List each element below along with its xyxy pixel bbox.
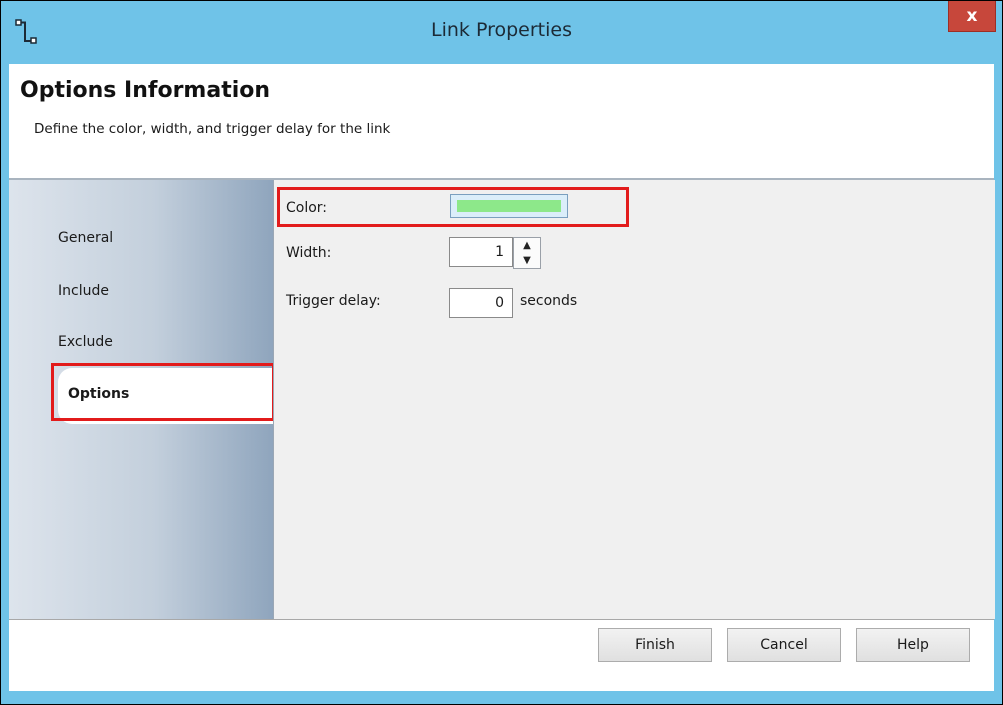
sidebar-item-include[interactable]: Include: [58, 283, 109, 299]
close-icon: x: [966, 6, 978, 26]
link-properties-window: Link Properties x Options Information De…: [0, 0, 1003, 705]
width-input[interactable]: 1: [449, 237, 513, 267]
sidebar-item-exclude[interactable]: Exclude: [58, 334, 113, 350]
page-header: Options Information Define the color, wi…: [9, 64, 994, 178]
options-nav-highlight: [51, 363, 275, 421]
page-subtitle: Define the color, width, and trigger del…: [34, 121, 391, 137]
finish-button[interactable]: Finish: [598, 628, 712, 662]
window-frame-right: [994, 64, 1002, 704]
title-bar[interactable]: Link Properties x: [1, 1, 1002, 64]
window-title: Link Properties: [431, 19, 572, 41]
trigger-delay-input[interactable]: 0: [449, 288, 513, 318]
trigger-delay-label: Trigger delay:: [286, 293, 381, 309]
window-frame-left: [1, 64, 9, 704]
close-button[interactable]: x: [948, 1, 996, 32]
trigger-delay-unit: seconds: [520, 293, 578, 309]
chevron-up-icon[interactable]: ▲: [514, 238, 540, 253]
chevron-down-icon[interactable]: ▼: [514, 253, 540, 268]
window-frame-bottom: [9, 691, 994, 704]
page-title: Options Information: [20, 78, 271, 103]
options-panel: [273, 180, 995, 619]
color-row-highlight: [277, 187, 629, 227]
width-label: Width:: [286, 245, 332, 261]
width-stepper[interactable]: ▲ ▼: [513, 237, 541, 269]
help-button[interactable]: Help: [856, 628, 970, 662]
sidebar-item-general[interactable]: General: [58, 230, 113, 246]
cancel-button[interactable]: Cancel: [727, 628, 841, 662]
dialog-footer: [9, 620, 994, 691]
